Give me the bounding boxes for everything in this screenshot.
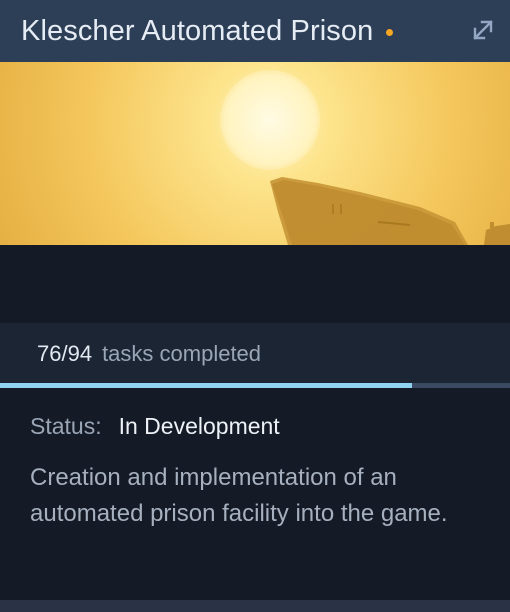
status-value: In Development	[118, 413, 280, 439]
card-title: Klescher Automated Prison	[21, 14, 374, 47]
project-description: Creation and implementation of an automa…	[30, 464, 448, 527]
progress-summary: 76/94 tasks completed	[0, 323, 510, 384]
status-row: Status: In Development	[30, 413, 280, 440]
spacer	[0, 245, 510, 323]
progress-bar-fill	[0, 383, 413, 388]
progress-bar	[0, 383, 510, 388]
status-dot-icon	[386, 29, 394, 36]
card-header: Klescher Automated Prison	[0, 0, 510, 62]
tasks-label: tasks completed	[102, 340, 262, 366]
banner-image	[0, 62, 510, 245]
project-card: Klescher Automated Prison 76/94 tasks co…	[0, 0, 510, 600]
status-label: Status:	[30, 413, 102, 439]
expand-arrow-icon[interactable]	[470, 17, 496, 43]
tasks-count: 76/94	[37, 340, 93, 366]
card-bottom-edge	[0, 600, 510, 612]
